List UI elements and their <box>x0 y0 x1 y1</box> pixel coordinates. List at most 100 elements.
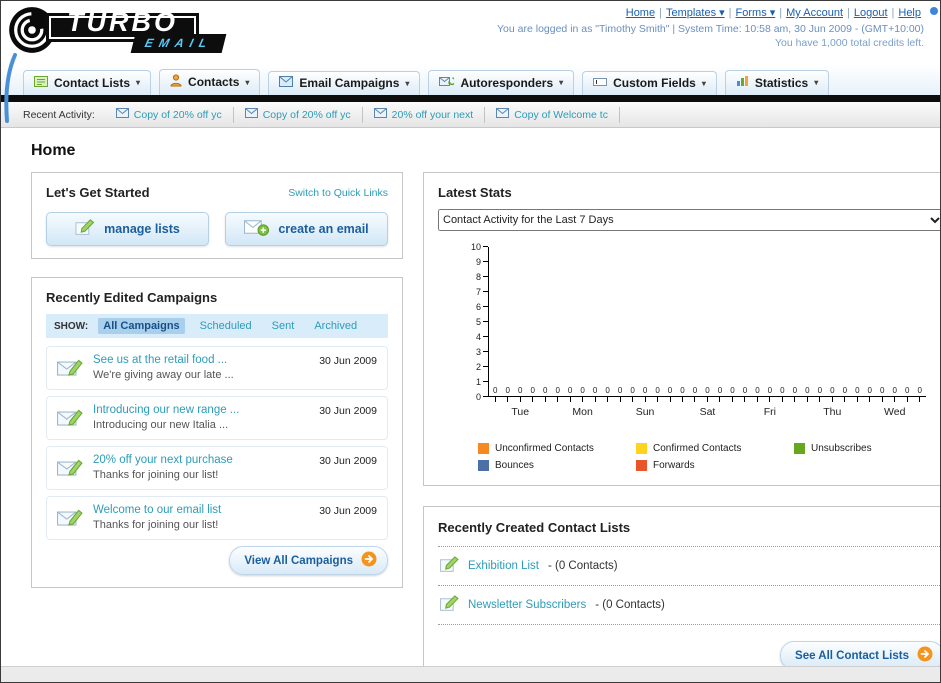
campaign-envelope-pencil-icon <box>57 457 83 484</box>
header-link-help[interactable]: Help <box>898 7 921 19</box>
link-separator: | <box>779 7 783 19</box>
campaign-envelope-pencil-icon <box>57 507 83 534</box>
y-axis-label: 4 <box>475 332 481 342</box>
nav-tab-contacts[interactable]: Contacts ▾ <box>159 69 261 95</box>
recent-activity-bar: Recent Activity: Copy of 20% off yc Copy… <box>1 102 940 128</box>
legend-swatch <box>794 443 805 454</box>
campaign-subtitle: Introducing our new Italia ... <box>93 419 229 431</box>
pencil-icon <box>440 556 459 576</box>
recent-activity-link[interactable]: Copy of 20% off yc <box>134 109 222 121</box>
credits-info: You have 1,000 total credits left. <box>774 37 924 49</box>
campaign-title-link[interactable]: See us at the retail food ... <box>93 354 307 366</box>
contact-lists-rows: Exhibition List - (0 Contacts) Newslette… <box>438 547 940 625</box>
x-axis-ticks <box>489 397 551 402</box>
top-header: TURBO EMAIL Home | Templates ▾ | Forms ▾ | My … <box>1 1 940 123</box>
data-label: 0 <box>880 386 885 395</box>
turbo-email-logo[interactable]: TURBO EMAIL <box>7 5 227 60</box>
contact-list-link[interactable]: Newsletter Subscribers <box>468 599 586 611</box>
x-axis-ticks <box>864 397 926 402</box>
x-axis-label: Wed <box>884 406 906 418</box>
arrow-right-circle-icon <box>917 646 933 665</box>
campaign-title-link[interactable]: Introducing our new range ... <box>93 404 307 416</box>
x-axis-label: Sun <box>635 406 655 418</box>
contacts-icon <box>170 74 182 90</box>
decorative-dot <box>930 7 938 15</box>
chevron-down-icon: ▾ <box>814 78 819 87</box>
latest-stats-title: Latest Stats <box>438 185 512 200</box>
chevron-down-icon: ▾ <box>559 78 564 87</box>
campaign-title-link[interactable]: 20% off your next purchase <box>93 454 307 466</box>
view-all-campaigns-button[interactable]: View All Campaigns <box>229 546 388 575</box>
nav-tab-contact-lists[interactable]: Contact Lists ▾ <box>23 70 152 95</box>
contact-list-link[interactable]: Exhibition List <box>468 560 539 572</box>
header-link-my-account[interactable]: My Account <box>786 7 843 19</box>
campaign-date: 30 Jun 2009 <box>319 455 377 467</box>
manage-lists-button[interactable]: manage lists <box>46 212 209 246</box>
nav-tab-autoresponders[interactable]: Autoresponders ▾ <box>428 70 575 95</box>
show-label: SHOW: <box>54 320 89 332</box>
get-started-panel: Let's Get Started Switch to Quick Links … <box>31 172 403 259</box>
recent-activity-link[interactable]: Copy of Welcome tc <box>514 109 608 121</box>
legend-swatch <box>636 460 647 471</box>
chevron-down-icon: ▾ <box>405 78 410 88</box>
envelope-icon <box>244 108 258 121</box>
data-label: 0 <box>705 386 710 395</box>
campaign-subtitle: We're giving away our late ... <box>93 369 234 381</box>
data-label: 0 <box>905 386 910 395</box>
header-link-logout[interactable]: Logout <box>854 7 888 19</box>
create-email-button[interactable]: create an email <box>225 212 388 246</box>
chart-plot-area: 00000 Tue 00000 Mon 00000 Sun 00000 Sat … <box>488 247 926 418</box>
data-label: 0 <box>530 386 535 395</box>
chevron-down-icon: ▾ <box>136 78 141 87</box>
x-axis-ticks <box>614 397 676 402</box>
stats-period-select[interactable]: Contact Activity for the Last 7 Days <box>438 209 940 231</box>
campaign-row[interactable]: See us at the retail food ... We're givi… <box>46 346 388 390</box>
recent-activity-item: Copy of 20% off yc <box>234 106 363 123</box>
data-label: 0 <box>817 386 823 395</box>
nav-tab-custom-fields[interactable]: Custom Fields ▾ <box>582 71 717 95</box>
campaign-title-link[interactable]: Welcome to our email list <box>93 504 307 516</box>
x-axis-ticks <box>739 397 801 402</box>
data-label: 0 <box>680 386 685 395</box>
chart-group-tue: 00000 Tue <box>489 247 551 418</box>
campaigns-tab-sent[interactable]: Sent <box>267 318 300 334</box>
data-label: 0 <box>730 386 735 395</box>
recent-activity-link[interactable]: Copy of 20% off yc <box>263 109 351 121</box>
content-area: Home Let's Get Started Switch to Quick L… <box>1 128 940 682</box>
y-axis-label: 3 <box>475 347 481 357</box>
logo-line2: EMAIL <box>143 36 215 50</box>
session-info: You are logged in as "Timothy Smith" | S… <box>497 23 924 35</box>
campaigns-title: Recently Edited Campaigns <box>46 290 218 305</box>
header-link-home[interactable]: Home <box>626 7 655 19</box>
header-link-forms[interactable]: Forms ▾ <box>736 7 776 19</box>
x-axis-label: Mon <box>572 406 593 418</box>
header-link-templates[interactable]: Templates ▾ <box>666 7 725 19</box>
nav-tab-statistics[interactable]: Statistics ▾ <box>724 70 830 95</box>
chart-y-axis: 0 1 2 3 4 5 6 7 8 9 10 <box>464 242 488 402</box>
campaigns-tab-all-campaigns[interactable]: All Campaigns <box>98 318 185 334</box>
campaigns-tab-archived[interactable]: Archived <box>309 318 362 334</box>
campaign-row[interactable]: Welcome to our email list Thanks for joi… <box>46 496 388 540</box>
x-axis-ticks <box>551 397 613 402</box>
legend-swatch <box>478 460 489 471</box>
switch-to-quick-links[interactable]: Switch to Quick Links <box>288 187 388 199</box>
legend-item-unsubscribes: Unsubscribes <box>794 443 940 454</box>
link-separator: | <box>728 7 732 19</box>
autoresponders-icon <box>439 75 457 90</box>
campaign-row[interactable]: Introducing our new range ... Introducin… <box>46 396 388 440</box>
campaigns-tab-scheduled[interactable]: Scheduled <box>195 318 257 334</box>
nav-tab-email-campaigns[interactable]: Email Campaigns ▾ <box>268 71 421 95</box>
data-labels: 00000 <box>551 386 613 395</box>
app-page: TURBO EMAIL Home | Templates ▾ | Forms ▾ | My … <box>0 0 941 683</box>
data-labels: 00000 <box>676 386 738 395</box>
campaign-subtitle: Thanks for joining our list! <box>93 469 219 481</box>
campaign-row[interactable]: 20% off your next purchase Thanks for jo… <box>46 446 388 490</box>
legend-swatch <box>478 443 489 454</box>
contact-lists-icon <box>34 75 48 90</box>
recent-activity-link[interactable]: 20% off your next <box>392 109 474 121</box>
contact-list-row: Newsletter Subscribers - (0 Contacts) <box>438 586 940 625</box>
main-navigation: Contact Lists ▾ Contacts ▾ Email Campaig… <box>1 65 940 95</box>
data-labels: 00000 <box>864 386 926 395</box>
recent-activity-item: Copy of Welcome tc <box>485 106 620 123</box>
data-label: 0 <box>567 386 573 395</box>
